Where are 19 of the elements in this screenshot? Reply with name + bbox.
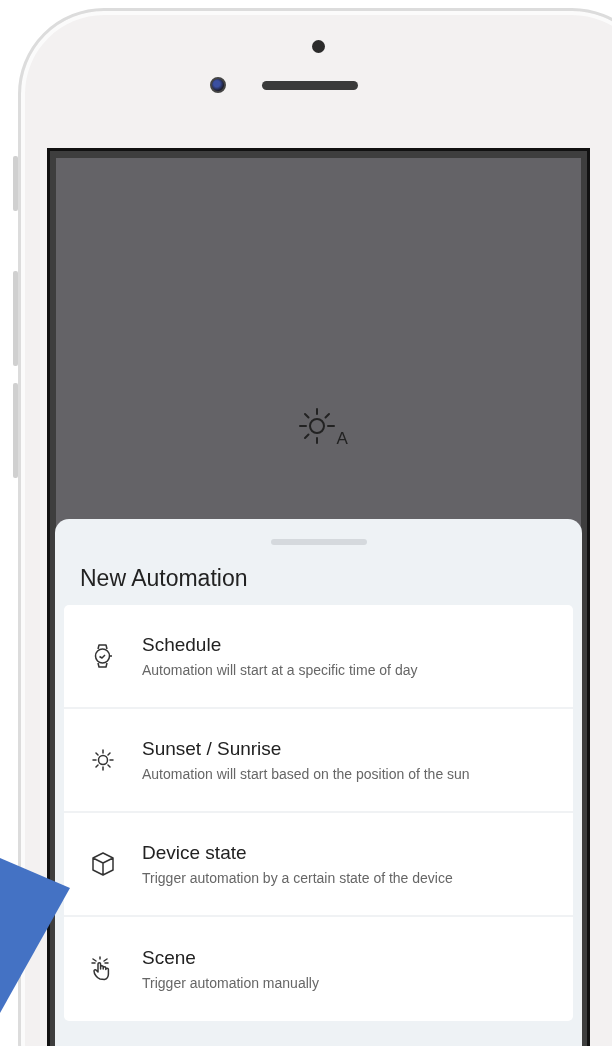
- option-item[interactable]: Device state Trigger automation by a certain state of the device: [64, 813, 573, 917]
- option-description: Trigger automation by a certain state of the device: [142, 870, 453, 886]
- option-title: Schedule: [142, 634, 223, 656]
- option-description: Automation will start based on the position of the sun: [142, 766, 470, 782]
- sun-icon: [92, 749, 114, 771]
- option-item[interactable]: Scene Trigger automation manually: [64, 917, 573, 1021]
- sheet-title: New Automation: [80, 565, 248, 592]
- option-item[interactable]: Sunset / Sunrise Automation will start based on the position of the sun: [64, 709, 573, 813]
- option-title: Scene: [142, 947, 197, 969]
- sensor-dot: [312, 40, 325, 53]
- option-title: Sunset / Sunrise: [142, 738, 283, 760]
- drag-handle[interactable]: [270, 539, 367, 545]
- option-item[interactable]: Schedule Automation will start at a specific time of day: [64, 605, 573, 709]
- option-title: Device state: [142, 842, 248, 864]
- option-description: Automation will start at a specific time of day: [142, 662, 418, 678]
- camera-lens: [209, 77, 226, 93]
- cube-icon: [92, 852, 114, 876]
- watch-icon: [93, 644, 113, 668]
- option-description: Trigger automation manually: [142, 975, 319, 991]
